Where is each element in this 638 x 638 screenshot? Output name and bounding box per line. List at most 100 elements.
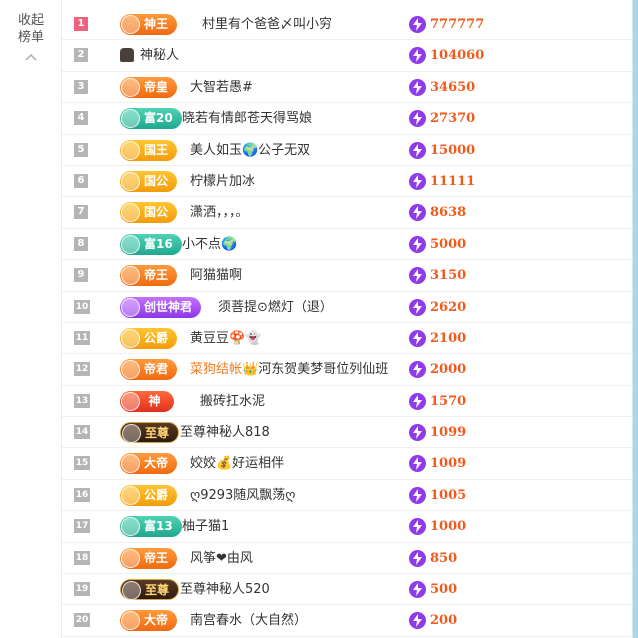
badge-emblem-icon: [121, 611, 140, 631]
badge-label: 帝君: [144, 362, 169, 377]
rank-row[interactable]: 1 神王 村里有个爸爸〆叫小穷 777777: [62, 9, 633, 41]
user-name[interactable]: 大智若愚#: [190, 72, 253, 103]
rank-row[interactable]: 11 公爵 黄豆豆🍄👻 2100: [62, 323, 633, 355]
chevron-up-icon: [25, 53, 37, 61]
lightning-icon: [409, 612, 426, 630]
user-name[interactable]: 柚子猫1: [182, 511, 229, 542]
user-name[interactable]: 晓若有情郎苍天得骂娘: [182, 103, 312, 134]
rank-number: 19: [74, 582, 90, 597]
lightning-icon: [409, 16, 426, 33]
contribution-score: 3150: [409, 265, 466, 286]
level-badge: 公爵: [120, 327, 178, 349]
user-name[interactable]: ღ9293随风飘荡ღ: [190, 480, 296, 511]
level-badge: 公爵: [120, 484, 178, 506]
rank-panel: 收起 榜单 1 神王 村里有个爸爸〆叫小穷 777777 2 神秘人 104060 3 帝皇 大智…: [0, 0, 633, 638]
badge-label: 神: [148, 393, 161, 408]
lightning-icon: [409, 267, 426, 285]
badge-emblem-icon: [121, 328, 140, 348]
score-value: 8638: [430, 205, 467, 221]
lightning-icon: [409, 141, 426, 159]
level-badge: 帝君: [120, 359, 178, 381]
score-value: 2100: [430, 330, 467, 346]
score-value: 777777: [430, 17, 485, 32]
user-name[interactable]: 小不点🌍: [182, 229, 237, 260]
badge-label: 至尊: [145, 583, 170, 598]
level-badge: 帝皇: [120, 76, 178, 98]
level-badge: 大帝: [120, 453, 178, 475]
user-name[interactable]: 神秘人: [140, 40, 179, 71]
lightning-icon: [409, 329, 426, 347]
user-name[interactable]: 南宫春水（大自然）: [190, 605, 307, 636]
rank-row[interactable]: 6 国公 柠檬片加冰 11111: [62, 166, 633, 198]
rank-number: 20: [74, 613, 90, 628]
rank-row[interactable]: 14 至尊 至尊神秘人818 1099: [62, 417, 633, 449]
user-name[interactable]: 黄豆豆🍄👻: [190, 323, 261, 354]
rank-row[interactable]: 8 富16 小不点🌍 5000: [62, 229, 633, 261]
rank-number: 6: [74, 173, 88, 188]
rank-row[interactable]: 20 大帝 南宫春水（大自然） 200: [62, 605, 633, 637]
rank-number: 18: [74, 550, 90, 565]
lightning-icon: [409, 581, 426, 599]
rank-number: 2: [74, 48, 88, 63]
user-name[interactable]: 阿猫猫啊: [190, 260, 242, 291]
score-value: 850: [430, 550, 458, 566]
lightning-icon: [409, 298, 426, 316]
rank-row[interactable]: 17 富13 柚子猫1 1000: [62, 511, 633, 543]
contribution-score: 500: [409, 579, 457, 600]
rank-number: 4: [74, 111, 88, 126]
rank-row[interactable]: 12 帝君 菜狗结帐👑河东贺美梦哥位列仙班 2000: [62, 354, 633, 386]
rank-number: 5: [74, 142, 88, 157]
lightning-icon: [409, 486, 426, 504]
user-name[interactable]: 搬砖扛水泥: [200, 386, 265, 417]
badge-label: 富16: [144, 236, 173, 251]
badge-emblem-icon: [121, 454, 140, 474]
level-badge: 国王: [120, 139, 178, 161]
collapse-rank-button[interactable]: 收起 榜单: [0, 12, 62, 62]
rank-row[interactable]: 16 公爵 ღ9293随风飘荡ღ 1005: [62, 480, 633, 512]
level-badge: 创世神君: [120, 296, 202, 318]
mystery-person-icon: [120, 48, 134, 63]
user-name[interactable]: 菜狗结帐👑河东贺美梦哥位列仙班: [190, 354, 388, 385]
rank-number: 7: [74, 205, 88, 220]
user-name[interactable]: 姣姣💰好运相伴: [190, 448, 284, 479]
user-name[interactable]: 柠檬片加冰: [190, 166, 255, 197]
badge-label: 帝皇: [144, 79, 169, 94]
contribution-score: 11111: [409, 171, 475, 192]
rank-row[interactable]: 10 创世神君 须菩提⊙燃灯（退） 2620: [62, 292, 633, 323]
score-value: 1000: [430, 519, 467, 535]
lightning-icon: [409, 361, 426, 379]
rank-row[interactable]: 9 帝王 阿猫猫啊 3150: [62, 260, 633, 292]
user-name[interactable]: 风筝❤由风: [190, 543, 253, 574]
user-name[interactable]: 须菩提⊙燃灯（退）: [218, 292, 333, 323]
badge-label: 公爵: [144, 487, 169, 502]
user-name[interactable]: 至尊神秘人520: [180, 574, 270, 605]
rank-row[interactable]: 19 至尊 至尊神秘人520 500: [62, 574, 633, 606]
user-name[interactable]: 至尊神秘人818: [180, 417, 270, 448]
rank-row[interactable]: 2 神秘人 104060: [62, 40, 633, 72]
badge-label: 国王: [144, 142, 169, 157]
rank-row[interactable]: 5 国王 美人如玉🌍公子无双 15000: [62, 135, 633, 166]
lightning-icon: [409, 455, 426, 473]
badge-label: 国公: [144, 173, 169, 188]
rank-row[interactable]: 7 国公 潇洒，，，。 8638: [62, 197, 633, 229]
rank-number: 8: [74, 236, 88, 251]
rank-row[interactable]: 13 神 搬砖扛水泥 1570: [62, 386, 633, 418]
user-name[interactable]: 美人如玉🌍公子无双: [190, 135, 310, 166]
badge-emblem-icon: [121, 391, 140, 411]
rank-number: 9: [74, 268, 88, 283]
rank-row[interactable]: 15 大帝 姣姣💰好运相伴 1009: [62, 448, 633, 480]
level-badge: 富16: [120, 233, 182, 255]
lightning-icon: [409, 47, 426, 65]
badge-emblem-icon: [121, 266, 140, 286]
lightning-icon: [409, 235, 426, 253]
collapse-label-line1: 收起: [17, 13, 44, 28]
rank-row[interactable]: 18 帝王 风筝❤由风 850: [62, 543, 633, 575]
user-name[interactable]: 村里有个爸爸〆叫小穷: [202, 9, 332, 40]
rank-row[interactable]: 3 帝皇 大智若愚# 34650: [62, 72, 633, 104]
user-name[interactable]: 潇洒，，，。: [190, 197, 249, 228]
contribution-score: 15000: [409, 140, 475, 161]
badge-emblem-icon: [121, 140, 140, 160]
badge-emblem-icon: [121, 548, 140, 568]
lightning-icon: [409, 518, 426, 536]
rank-row[interactable]: 4 富20 晓若有情郎苍天得骂娘 27370: [62, 103, 633, 135]
